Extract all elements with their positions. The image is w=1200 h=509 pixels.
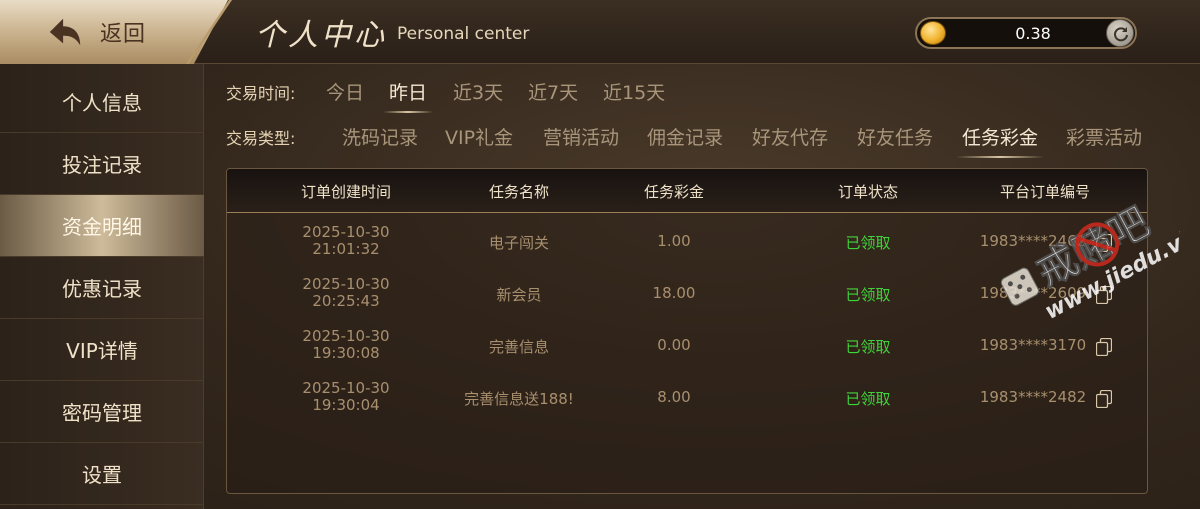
balance-display: 0.38 (915, 17, 1137, 49)
sidebar-item-fund-details[interactable]: 资金明细 (0, 195, 204, 257)
sidebar-item-settings[interactable]: 设置 (0, 443, 204, 505)
row-order-number: 1983****2462 (979, 232, 1087, 250)
row-date: 2025-10-30 (302, 223, 390, 241)
tab-rebate-records[interactable]: 洗码记录 (342, 123, 418, 150)
copy-icon[interactable] (1096, 390, 1112, 408)
row-created-time: 2025-10-30 20:25:43 (302, 276, 389, 310)
tab-commission-records[interactable]: 佣金记录 (647, 123, 723, 150)
col-task-bonus: 任务彩金 (643, 183, 705, 201)
copy-icon[interactable] (1096, 234, 1112, 252)
row-task-bonus: 0.00 (657, 336, 691, 354)
records-table: 订单创建时间 任务名称 任务彩金 订单状态 平台订单编号 2025-10-30 … (226, 168, 1148, 494)
col-order-status: 订单状态 (837, 183, 899, 201)
tab-task-bonus[interactable]: 任务彩金 (955, 123, 1045, 158)
back-label: 返回 (100, 22, 147, 47)
row-time: 20:25:43 (312, 292, 380, 310)
row-task-bonus: 1.00 (657, 232, 691, 250)
time-filter-label: 交易时间: (226, 84, 296, 103)
row-task-name: 完善信息 (488, 338, 550, 356)
sidebar-item-password[interactable]: 密码管理 (0, 381, 204, 443)
refresh-button[interactable] (1106, 19, 1134, 47)
table-header: 订单创建时间 任务名称 任务彩金 订单状态 平台订单编号 (227, 169, 1147, 213)
row-status: 已领取 (845, 390, 891, 408)
sidebar-item-promotion-records[interactable]: 优惠记录 (0, 257, 204, 319)
tab-friend-tasks[interactable]: 好友任务 (857, 123, 933, 150)
sidebar-item-personal-info[interactable]: 个人信息 (0, 71, 204, 133)
tab-7-days[interactable]: 近7天 (528, 78, 578, 105)
back-arrow-icon (49, 18, 81, 46)
refresh-icon (1114, 27, 1128, 42)
sidebar: 个人信息 投注记录 资金明细 优惠记录 VIP详情 密码管理 设置 (0, 64, 204, 509)
row-status: 已领取 (845, 234, 891, 252)
type-filter-label: 交易类型: (226, 129, 296, 148)
col-created-time: 订单创建时间 (300, 183, 392, 201)
page-subtitle: Personal center (397, 24, 530, 44)
row-created-time: 2025-10-30 19:30:08 (302, 328, 389, 362)
row-order-number: 1983****3170 (979, 336, 1087, 354)
row-time: 19:30:04 (312, 396, 380, 414)
row-task-name: 新会员 (496, 286, 542, 304)
page-title: 个人中心 (255, 18, 387, 53)
top-bar: 返回 个人中心 Personal center 0.38 (0, 0, 1200, 66)
row-time: 21:01:32 (312, 240, 380, 258)
tab-15-days[interactable]: 近15天 (603, 78, 665, 105)
sidebar-item-vip-details[interactable]: VIP详情 (0, 319, 204, 381)
tab-today[interactable]: 今日 (326, 78, 364, 105)
row-order-number: 1983****2482 (979, 388, 1087, 406)
copy-icon[interactable] (1096, 338, 1112, 356)
row-task-bonus: 18.00 (652, 284, 696, 302)
row-task-bonus: 8.00 (657, 388, 691, 406)
row-task-name: 完善信息送188! (464, 390, 574, 408)
table-row: 2025-10-30 19:30:04 完善信息送188! 8.00 已领取 1… (227, 374, 1147, 426)
type-tab-strip[interactable]: 洗码记录 VIP礼金 营销活动 佣金记录 好友代存 好友任务 任务彩金 彩票活动 (308, 118, 1142, 158)
row-task-name: 电子闯关 (488, 234, 550, 252)
row-date: 2025-10-30 (302, 275, 390, 293)
row-date: 2025-10-30 (302, 379, 390, 397)
row-status: 已领取 (845, 286, 891, 304)
table-row: 2025-10-30 21:01:32 电子闯关 1.00 已领取 1983**… (227, 218, 1147, 270)
coin-icon (920, 21, 946, 45)
row-status: 已领取 (845, 338, 891, 356)
table-row: 2025-10-30 20:25:43 新会员 18.00 已领取 1983**… (227, 270, 1147, 322)
tab-vip-gift[interactable]: VIP礼金 (445, 123, 513, 150)
tab-lottery-events[interactable]: 彩票活动 (1066, 123, 1142, 150)
copy-icon[interactable] (1096, 286, 1112, 304)
row-created-time: 2025-10-30 19:30:04 (302, 380, 389, 414)
table-row: 2025-10-30 19:30:08 完善信息 0.00 已领取 1983**… (227, 322, 1147, 374)
row-time: 19:30:08 (312, 344, 380, 362)
col-task-name: 任务名称 (488, 183, 550, 201)
tab-3-days[interactable]: 近3天 (453, 78, 503, 105)
col-order-number: 平台订单编号 (999, 183, 1091, 201)
row-order-number: 1983****2609 (979, 284, 1087, 302)
tab-yesterday[interactable]: 昨日 (382, 78, 434, 113)
sidebar-item-bet-records[interactable]: 投注记录 (0, 133, 204, 195)
balance-value: 0.38 (1015, 24, 1051, 43)
tab-friend-deposit[interactable]: 好友代存 (752, 123, 828, 150)
row-date: 2025-10-30 (302, 327, 390, 345)
tab-marketing-events[interactable]: 营销活动 (543, 123, 619, 150)
row-created-time: 2025-10-30 21:01:32 (302, 224, 389, 258)
